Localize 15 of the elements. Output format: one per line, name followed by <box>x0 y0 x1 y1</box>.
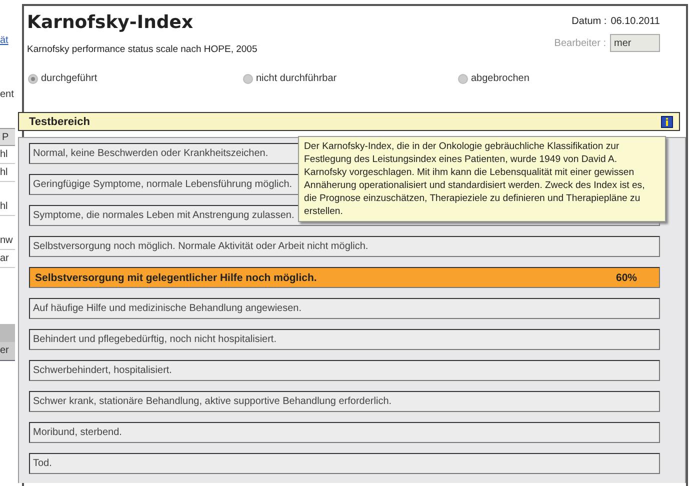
subtitle: Karnofsky performance status scale nach HOPE, 2005 <box>27 44 258 55</box>
column-header: P <box>0 128 15 146</box>
table-cell: hl <box>0 198 15 216</box>
table-cell: hl <box>0 164 15 182</box>
dialog-title: Karnofsky-Index <box>27 11 194 35</box>
editor-label: Bearbeiter : <box>554 38 606 48</box>
label-text: ent <box>0 88 15 102</box>
table-cell: nw <box>0 232 15 250</box>
editor-field: mer <box>610 34 660 52</box>
table-cell: ar <box>0 250 15 268</box>
table-cell: hl <box>0 146 15 164</box>
date-label: Datum : <box>572 16 607 27</box>
date-value: 06.10.2011 <box>610 16 660 27</box>
section-title: Testbereich <box>29 116 90 128</box>
tooltip: Der Karnofsky-Index, die in der Onkologie gebräuchliche Klassifikation zur Festlegung des Leistungsindex eines Patienten, wurde 1949 von David A. Karnofsky vorgeschlagen. Mit ihm kann die Lebensqualität mit einer gewissen Annäherung operationalisiert und standardisiert werden. Zweck des Index ist es, die Prognose einzuschätzen, Therapieziele zu definieren und Therapiepläne zu erstellen. <box>298 136 666 222</box>
